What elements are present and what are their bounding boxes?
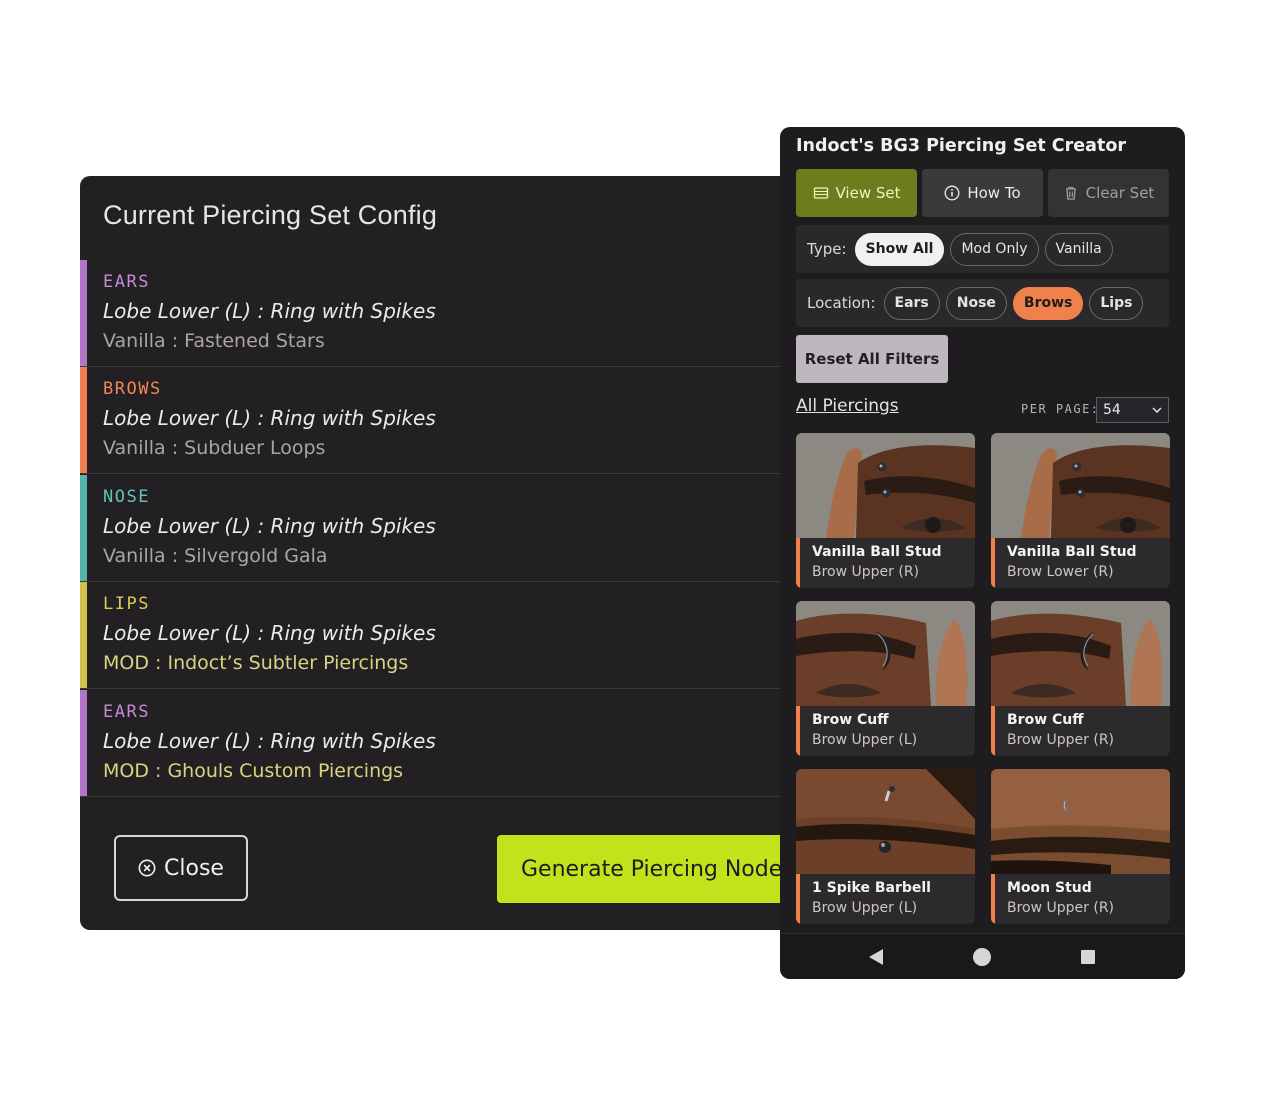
card-location: Brow Upper (R) [1007,900,1115,916]
card-name: 1 Spike Barbell [812,880,931,896]
piercing-thumbnail [796,601,975,706]
card-accent [796,538,800,588]
entry-piercing: Lobe Lower (L) : Ring with Spikes [103,406,436,430]
location-filter-label: Location: [807,294,876,312]
entry-piercing: Lobe Lower (L) : Ring with Spikes [103,514,436,538]
config-entry: NOSE Lobe Lower (L) : Ring with Spikes V… [80,475,820,582]
close-label: Close [164,855,224,881]
config-title: Current Piercing Set Config [103,200,438,230]
category-color-bar [80,690,87,796]
piercing-thumbnail [796,769,975,874]
card-location: Brow Upper (R) [812,564,920,580]
entry-source: Vanilla : Subduer Loops [103,437,326,459]
location-option-ears[interactable]: Ears [883,286,940,320]
piercing-card[interactable]: Vanilla Ball Stud Brow Lower (R) [991,433,1170,588]
entry-source: Vanilla : Silvergold Gala [103,545,328,567]
piercing-card[interactable]: Vanilla Ball Stud Brow Upper (R) [796,433,975,588]
piercing-thumbnail [991,601,1170,706]
card-accent [991,538,995,588]
view-set-label: View Set [835,184,901,202]
card-location: Brow Upper (R) [1007,732,1115,748]
clear-set-label: Clear Set [1085,184,1155,202]
list-icon [813,187,828,199]
entry-category: EARS [103,702,150,722]
entry-piercing: Lobe Lower (L) : Ring with Spikes [103,729,436,753]
reset-filters-button[interactable]: Reset All Filters [796,335,948,383]
piercing-thumbnail [796,433,975,538]
entry-source: Vanilla : Fastened Stars [103,330,325,352]
card-accent [796,706,800,756]
entry-category: NOSE [103,487,150,507]
per-page-label: PER PAGE: [1021,402,1100,416]
piercing-config-panel: Current Piercing Set Config EARS Lobe Lo… [80,176,820,930]
per-page-value: 54 [1103,402,1121,418]
piercing-card[interactable]: Moon Stud Brow Upper (R) [991,769,1170,924]
system-nav-bar [780,933,1185,979]
trash-icon [1065,186,1076,200]
category-color-bar [80,367,87,473]
entry-piercing: Lobe Lower (L) : Ring with Spikes [103,299,436,323]
card-accent [991,874,995,924]
recents-icon[interactable] [1080,949,1096,965]
location-filter-row: Location: Ears Nose Brows Lips [796,279,1169,327]
card-location: Brow Upper (L) [812,900,918,916]
card-name: Moon Stud [1007,880,1092,896]
generate-label: Generate Piercing Nodes [521,856,794,882]
type-option-show-all[interactable]: Show All [854,232,945,266]
how-to-label: How To [967,184,1021,202]
type-option-mod-only[interactable]: Mod Only [950,232,1039,266]
entry-piercing: Lobe Lower (L) : Ring with Spikes [103,621,436,645]
piercing-set-creator-app: Indoct's BG3 Piercing Set Creator View S… [780,127,1185,979]
config-entry: BROWS Lobe Lower (L) : Ring with Spikes … [80,367,820,474]
card-name: Vanilla Ball Stud [812,544,942,560]
category-color-bar [80,582,87,688]
back-icon[interactable] [868,948,884,966]
home-icon[interactable] [972,947,992,967]
clear-set-button[interactable]: Clear Set [1048,169,1169,217]
piercing-card[interactable]: Brow Cuff Brow Upper (L) [796,601,975,756]
location-option-brows[interactable]: Brows [1012,286,1084,320]
type-filter-label: Type: [807,240,847,258]
card-name: Vanilla Ball Stud [1007,544,1137,560]
entry-category: EARS [103,272,150,292]
card-name: Brow Cuff [1007,712,1084,728]
card-name: Brow Cuff [812,712,889,728]
category-color-bar [80,260,87,366]
piercing-card[interactable]: Brow Cuff Brow Upper (R) [991,601,1170,756]
entry-category: LIPS [103,594,150,614]
app-title: Indoct's BG3 Piercing Set Creator [796,136,1126,156]
close-circle-icon [138,859,156,877]
per-page-select[interactable]: 54 [1096,397,1169,423]
config-entry: EARS Lobe Lower (L) : Ring with Spikes M… [80,690,820,797]
chevron-down-icon [1152,407,1162,413]
info-icon [944,185,960,201]
all-piercings-link[interactable]: All Piercings [796,396,899,416]
card-accent [796,874,800,924]
card-location: Brow Lower (R) [1007,564,1114,580]
entry-category: BROWS [103,379,162,399]
close-button[interactable]: Close [114,835,248,901]
category-color-bar [80,475,87,581]
how-to-button[interactable]: How To [922,169,1043,217]
entry-source: MOD : Ghouls Custom Piercings [103,760,404,782]
view-set-button[interactable]: View Set [796,169,917,217]
piercing-card[interactable]: 1 Spike Barbell Brow Upper (L) [796,769,975,924]
card-location: Brow Upper (L) [812,732,918,748]
config-entry: LIPS Lobe Lower (L) : Ring with Spikes M… [80,582,820,689]
location-option-lips[interactable]: Lips [1089,286,1144,320]
location-option-nose[interactable]: Nose [945,286,1007,320]
entry-source: MOD : Indoct’s Subtler Piercings [103,652,409,674]
type-option-vanilla[interactable]: Vanilla [1044,232,1113,266]
generate-piercing-nodes-button[interactable]: Generate Piercing Nodes [497,835,820,903]
piercing-thumbnail [991,433,1170,538]
card-accent [991,706,995,756]
config-entry: EARS Lobe Lower (L) : Ring with Spikes V… [80,260,820,367]
type-filter-row: Type: Show All Mod Only Vanilla [796,225,1169,273]
piercing-thumbnail [991,769,1170,874]
